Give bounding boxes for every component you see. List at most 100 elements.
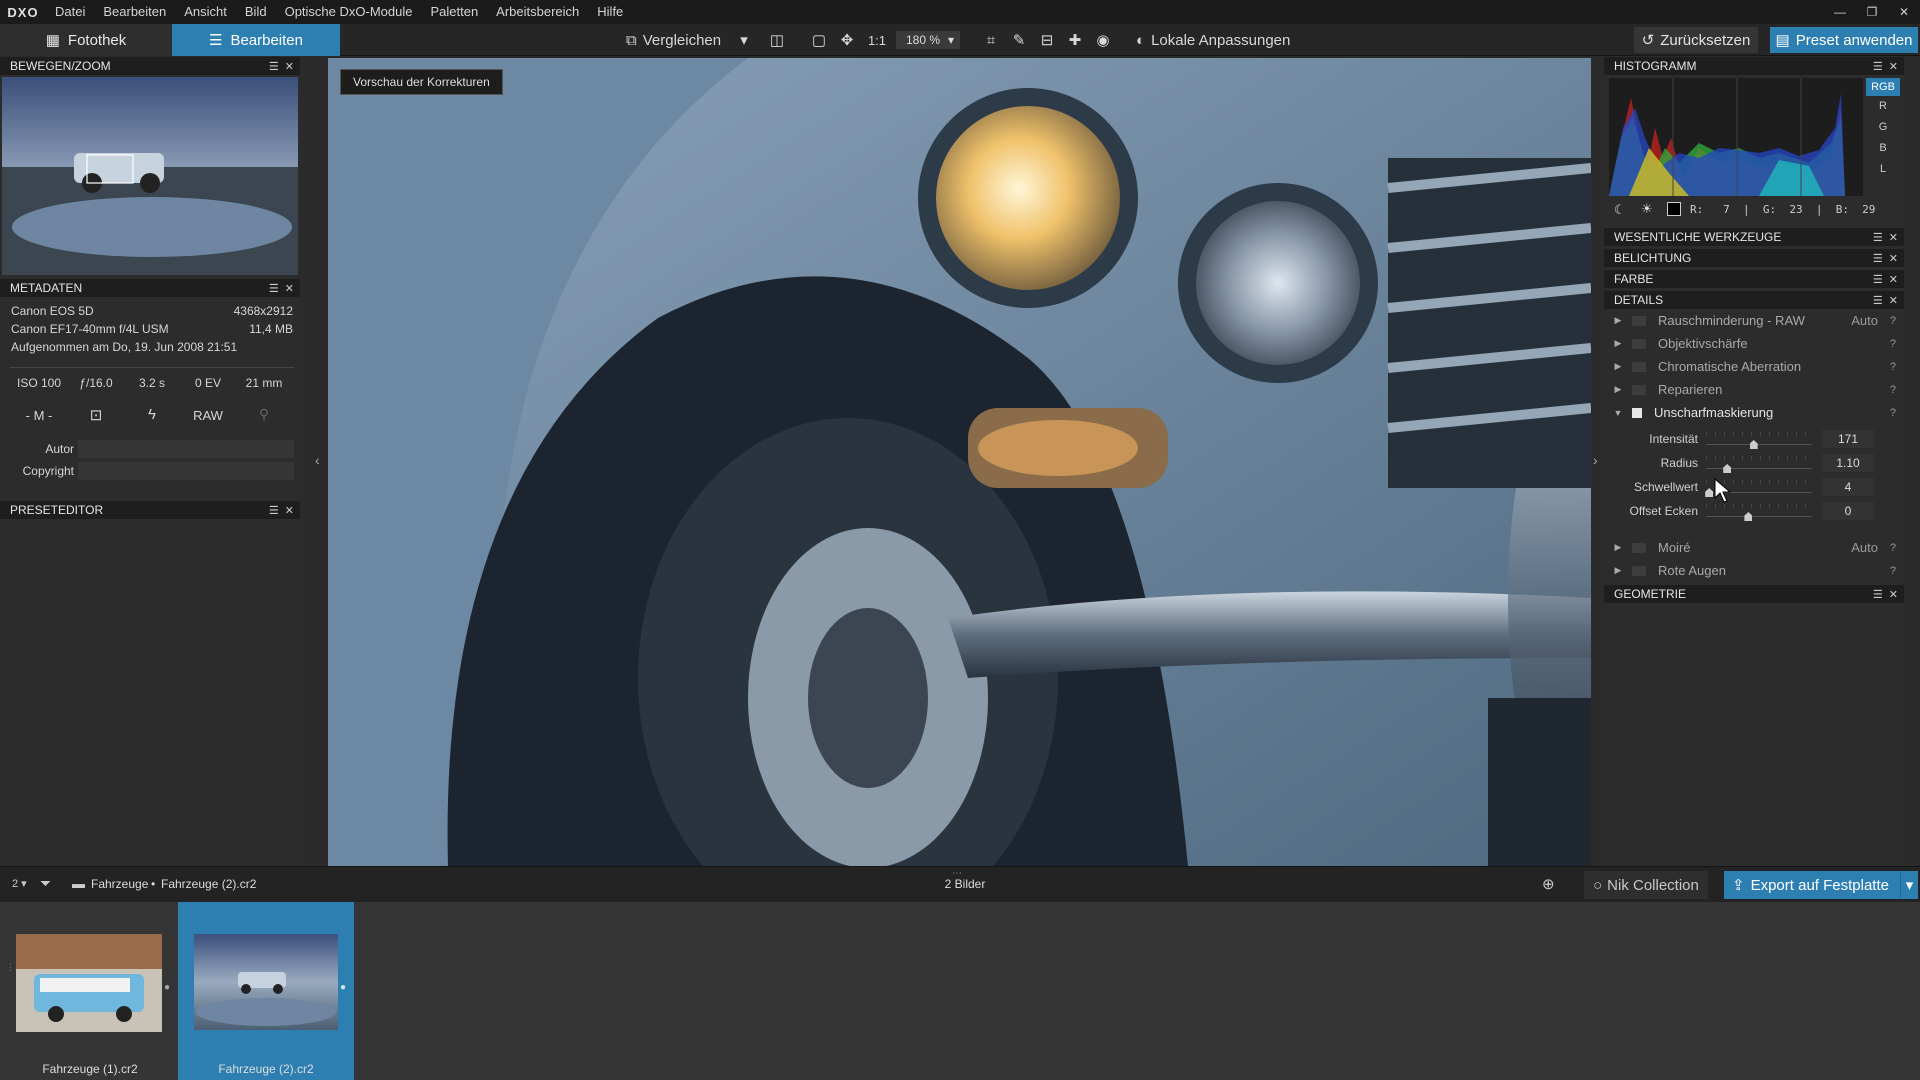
apply-preset-button[interactable]: ▤ Preset anwenden: [1770, 27, 1918, 53]
tab-bearbeiten[interactable]: ☰ Bearbeiten: [172, 24, 340, 56]
tool-toggle[interactable]: [1632, 315, 1646, 326]
tool-toggle[interactable]: [1632, 542, 1646, 553]
help-icon[interactable]: ?: [1890, 542, 1896, 554]
filter-icon[interactable]: ⏷: [40, 875, 51, 892]
menu-bild[interactable]: Bild: [236, 0, 276, 24]
panel-close-icon[interactable]: ✕: [1889, 588, 1898, 601]
panel-close-icon[interactable]: ✕: [1889, 231, 1898, 244]
slider-offset-track[interactable]: [1706, 516, 1812, 517]
author-field[interactable]: [78, 440, 294, 458]
tool-lens-sharpness[interactable]: ▶ Objektivschärfe ?: [1604, 332, 1904, 355]
thumbnail-2[interactable]: ● Fahrzeuge (2).cr2: [178, 902, 354, 1080]
tool-toggle[interactable]: [1632, 384, 1646, 395]
menu-arbeitsbereich[interactable]: Arbeitsbereich: [487, 0, 588, 24]
panel-menu-icon[interactable]: ☰: [1873, 273, 1883, 286]
panel-menu-icon[interactable]: ☰: [269, 504, 279, 517]
move-icon[interactable]: ✥: [836, 30, 858, 50]
thumbnail-1[interactable]: ⋮ ● Fahrzeuge (1).cr2: [2, 902, 178, 1080]
panel-close-icon[interactable]: ✕: [285, 60, 294, 73]
tool-toggle[interactable]: [1632, 565, 1646, 576]
collapse-left-icon[interactable]: ‹: [315, 452, 320, 468]
channel-r[interactable]: R: [1866, 100, 1900, 112]
section-details[interactable]: DETAILS ☰ ✕: [1604, 291, 1904, 309]
resize-handle-icon[interactable]: ⋯: [952, 868, 962, 879]
slider-intensity-track[interactable]: [1706, 444, 1812, 445]
reset-button[interactable]: ↺ Zurücksetzen: [1634, 27, 1758, 53]
menu-bearbeiten[interactable]: Bearbeiten: [94, 0, 175, 24]
slider-intensity-value[interactable]: 171: [1822, 430, 1874, 448]
collapse-right-icon[interactable]: ›: [1593, 452, 1598, 468]
tool-unsharp-mask[interactable]: ▼ Unscharfmaskierung ?: [1604, 401, 1904, 424]
help-icon[interactable]: ?: [1890, 361, 1896, 373]
channel-l[interactable]: L: [1866, 163, 1900, 175]
compare-button[interactable]: ⧉ Vergleichen: [626, 29, 721, 51]
auto-button[interactable]: Auto: [1851, 540, 1878, 555]
help-icon[interactable]: ?: [1890, 315, 1896, 327]
repair-icon[interactable]: ✚: [1064, 30, 1086, 50]
breadcrumb-folder[interactable]: Fahrzeuge: [91, 877, 148, 891]
sort-button[interactable]: 2 ▾: [12, 877, 27, 890]
navigator-thumbnail[interactable]: [2, 77, 298, 275]
panel-close-icon[interactable]: ✕: [285, 504, 294, 517]
slider-threshold-value[interactable]: 4: [1822, 478, 1874, 496]
auto-button[interactable]: Auto: [1851, 313, 1878, 328]
shadow-clip-icon[interactable]: ☾: [1614, 202, 1626, 218]
slider-radius-value[interactable]: 1.10: [1822, 454, 1874, 472]
close-icon[interactable]: ✕: [1888, 0, 1920, 24]
drag-handle-icon[interactable]: ⋮: [6, 962, 15, 973]
panel-menu-icon[interactable]: ☰: [1873, 252, 1883, 265]
channel-g[interactable]: G: [1866, 121, 1900, 133]
channel-b[interactable]: B: [1866, 142, 1900, 154]
channel-rgb[interactable]: RGB: [1866, 78, 1900, 96]
tool-toggle[interactable]: [1632, 338, 1646, 349]
tool-toggle[interactable]: [1632, 361, 1646, 372]
panel-close-icon[interactable]: ✕: [1889, 294, 1898, 307]
help-icon[interactable]: ?: [1890, 384, 1896, 396]
menu-paletten[interactable]: Paletten: [421, 0, 487, 24]
help-icon[interactable]: ?: [1890, 338, 1896, 350]
eyedropper-icon[interactable]: ✎: [1008, 30, 1030, 50]
split-view-icon[interactable]: ◫: [766, 30, 788, 50]
panel-close-icon[interactable]: ✕: [1889, 60, 1898, 73]
tool-noise-reduction[interactable]: ▶ Rauschminderung - RAW Auto ?: [1604, 309, 1904, 332]
tool-moire[interactable]: ▶ Moiré Auto ?: [1604, 536, 1904, 559]
export-dropdown-icon[interactable]: ▾: [1900, 871, 1918, 899]
panel-menu-icon[interactable]: ☰: [1873, 231, 1883, 244]
tool-repair[interactable]: ▶ Reparieren ?: [1604, 378, 1904, 401]
nik-collection-button[interactable]: ○ Nik Collection: [1584, 871, 1708, 899]
eye-icon[interactable]: ◉: [1092, 30, 1114, 50]
compare-dropdown-icon[interactable]: ▾: [733, 30, 755, 50]
panel-menu-icon[interactable]: ☰: [1873, 588, 1883, 601]
zoom-select[interactable]: 180 % ▾: [896, 31, 960, 49]
panel-menu-icon[interactable]: ☰: [1873, 60, 1883, 73]
zoom-1to1-button[interactable]: 1:1: [866, 30, 888, 50]
minimize-icon[interactable]: —: [1824, 0, 1856, 24]
panel-close-icon[interactable]: ✕: [1889, 273, 1898, 286]
image-viewer[interactable]: [328, 58, 1591, 866]
panel-menu-icon[interactable]: ☰: [1873, 294, 1883, 307]
panel-menu-icon[interactable]: ☰: [269, 60, 279, 73]
fit-view-icon[interactable]: ▢: [808, 30, 830, 50]
crop-icon[interactable]: ⌗: [980, 30, 1002, 50]
restore-icon[interactable]: ❐: [1856, 0, 1888, 24]
panel-close-icon[interactable]: ✕: [1889, 252, 1898, 265]
local-adjust-button[interactable]: ◐ Lokale Anpassungen: [1136, 29, 1290, 51]
tool-toggle-on[interactable]: [1632, 407, 1642, 418]
tab-fotothek[interactable]: ▦ Fotothek: [0, 24, 172, 56]
highlight-clip-icon[interactable]: ☀: [1641, 201, 1653, 217]
help-icon[interactable]: ?: [1890, 407, 1896, 419]
export-button[interactable]: ⇪ Export auf Festplatte ▾: [1724, 871, 1918, 899]
menu-hilfe[interactable]: Hilfe: [588, 0, 632, 24]
panel-close-icon[interactable]: ✕: [285, 282, 294, 295]
slider-offset-value[interactable]: 0: [1822, 502, 1874, 520]
horizon-icon[interactable]: ⊟: [1036, 30, 1058, 50]
slider-radius-track[interactable]: [1706, 468, 1812, 469]
panel-menu-icon[interactable]: ☰: [269, 282, 279, 295]
section-geometry[interactable]: GEOMETRIE ☰ ✕: [1604, 585, 1904, 603]
section-color[interactable]: FARBE ☰ ✕: [1604, 270, 1904, 288]
section-essential-tools[interactable]: WESENTLICHE WERKZEUGE ☰ ✕: [1604, 228, 1904, 246]
tool-red-eye[interactable]: ▶ Rote Augen ?: [1604, 559, 1904, 582]
menu-optics-modules[interactable]: Optische DxO-Module: [276, 0, 422, 24]
breadcrumb-file[interactable]: Fahrzeuge (2).cr2: [161, 877, 256, 891]
section-exposure[interactable]: BELICHTUNG ☰ ✕: [1604, 249, 1904, 267]
